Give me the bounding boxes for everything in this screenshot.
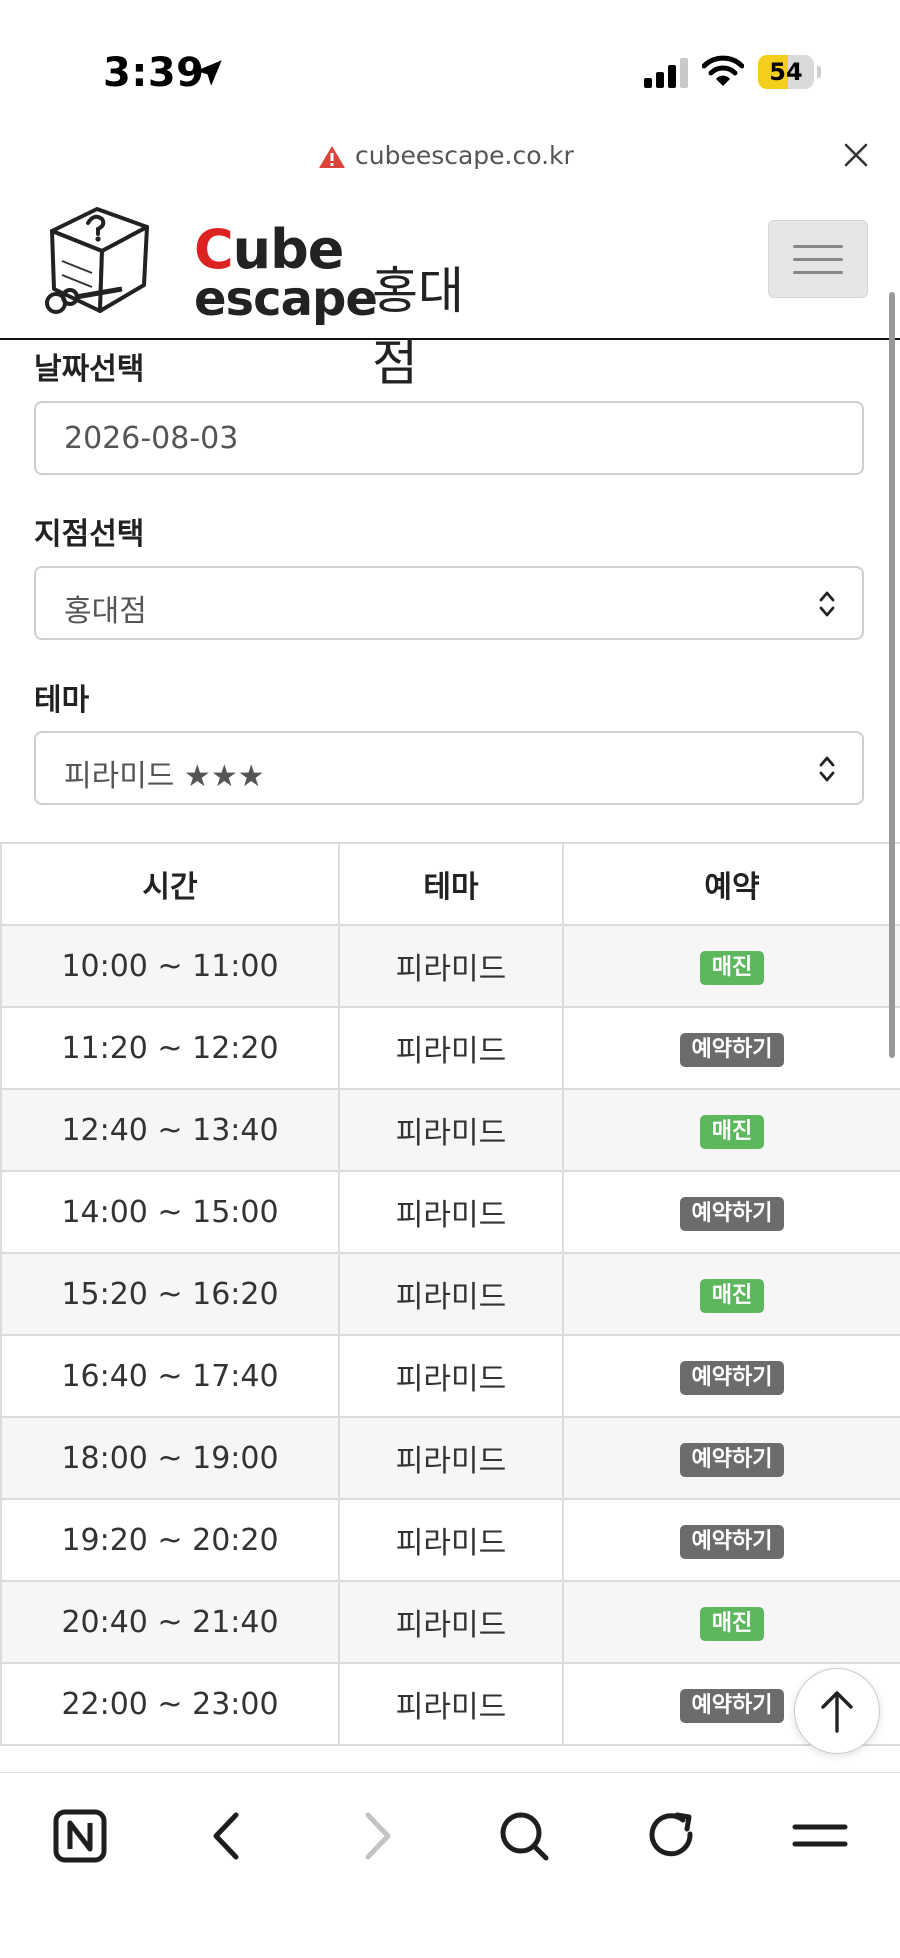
table-row: 11:20 ~ 12:20 피라미드 예약하기 [0, 1006, 900, 1090]
brand-line2: escape [194, 271, 378, 327]
table-row: 15:20 ~ 16:20 피라미드 매진 [0, 1252, 900, 1336]
table-row: 18:00 ~ 19:00 피라미드 예약하기 [0, 1416, 900, 1500]
reservation-cell: 예약하기 [562, 1334, 900, 1418]
url-bar[interactable]: cubeescape.co.kr [0, 130, 900, 182]
time-slot-cell: 19:20 ~ 20:20 [0, 1498, 340, 1582]
battery-icon: 54 [758, 55, 822, 89]
menu-icon[interactable] [785, 1801, 855, 1871]
table-row: 12:40 ~ 13:40 피라미드 매진 [0, 1088, 900, 1172]
reservation-cell: 예약하기 [562, 1498, 900, 1582]
wifi-icon [702, 55, 744, 86]
time-slot-cell: 12:40 ~ 13:40 [0, 1088, 340, 1172]
search-icon[interactable] [489, 1801, 559, 1871]
branch-label: 지점선택 [34, 517, 145, 552]
theme-cell: 피라미드 [338, 1170, 564, 1254]
branch-select-value: 홍대점 [64, 594, 147, 629]
reservation-cell: 매진 [562, 1252, 900, 1336]
select-chevron-icon [819, 591, 835, 617]
table-row: 22:00 ~ 23:00 피라미드 예약하기 [0, 1662, 900, 1746]
header-time: 시간 [0, 842, 340, 926]
theme-cell: 피라미드 [338, 1416, 564, 1500]
time-slot-cell: 14:00 ~ 15:00 [0, 1170, 340, 1254]
reservation-cell: 예약하기 [562, 1006, 900, 1090]
warning-triangle-icon [319, 146, 345, 168]
cube-logo-icon [45, 207, 149, 314]
date-input[interactable]: 2026-08-03 [34, 401, 864, 475]
reservation-cell: 매진 [562, 924, 900, 1008]
reserve-button[interactable]: 예약하기 [679, 1525, 785, 1559]
brand-wordmark: Cube escape [194, 223, 378, 327]
branch-name: 홍대점 [372, 262, 464, 392]
reservation-cell: 매진 [562, 1088, 900, 1172]
theme-select[interactable]: 피라미드 ★★★ [34, 731, 864, 805]
cellular-signal-icon [644, 58, 688, 88]
table-row: 20:40 ~ 21:40 피라미드 매진 [0, 1580, 900, 1664]
select-chevron-icon [819, 756, 835, 782]
branch-select[interactable]: 홍대점 [34, 566, 864, 640]
time-slot-cell: 18:00 ~ 19:00 [0, 1416, 340, 1500]
reserve-button[interactable]: 예약하기 [679, 1443, 785, 1477]
sold-out-badge: 매진 [699, 1115, 765, 1149]
header-reserve: 예약 [562, 842, 900, 926]
theme-cell: 피라미드 [338, 1334, 564, 1418]
arrow-up-icon [821, 1691, 853, 1733]
theme-cell: 피라미드 [338, 1252, 564, 1336]
date-value: 2026-08-03 [64, 421, 239, 456]
theme-label: 테마 [34, 683, 90, 718]
table-row: 16:40 ~ 17:40 피라미드 예약하기 [0, 1334, 900, 1418]
table-header-row: 시간 테마 예약 [0, 842, 900, 926]
reserve-button[interactable]: 예약하기 [679, 1689, 785, 1723]
time-slot-cell: 15:20 ~ 16:20 [0, 1252, 340, 1336]
location-arrow-icon [196, 60, 222, 86]
scroll-to-top-button[interactable] [794, 1668, 880, 1754]
forward-icon[interactable] [341, 1801, 411, 1871]
reserve-button[interactable]: 예약하기 [679, 1197, 785, 1231]
theme-cell: 피라미드 [338, 1662, 564, 1746]
theme-cell: 피라미드 [338, 1580, 564, 1664]
time-slot-cell: 22:00 ~ 23:00 [0, 1662, 340, 1746]
schedule-body: 10:00 ~ 11:00 피라미드 매진 11:20 ~ 12:20 피라미드 예약하기… [0, 924, 900, 1746]
time-slot-cell: 10:00 ~ 11:00 [0, 924, 340, 1008]
site-header: Cube escape 홍대점 [0, 183, 900, 392]
sold-out-badge: 매진 [699, 951, 765, 985]
time-slot-cell: 16:40 ~ 17:40 [0, 1334, 340, 1418]
back-icon[interactable] [193, 1801, 263, 1871]
reserve-button[interactable]: 예약하기 [679, 1033, 785, 1067]
table-row: 14:00 ~ 15:00 피라미드 예약하기 [0, 1170, 900, 1254]
status-time: 3:39 [103, 50, 205, 96]
naver-home-icon[interactable] [45, 1801, 115, 1871]
close-icon[interactable] [843, 142, 869, 168]
header-theme: 테마 [338, 842, 564, 926]
theme-cell: 피라미드 [338, 1006, 564, 1090]
site-logo[interactable]: Cube escape 홍대점 [42, 201, 472, 392]
browser-toolbar [0, 1772, 900, 1958]
reservation-cell: 예약하기 [562, 1416, 900, 1500]
reload-icon[interactable] [637, 1801, 707, 1871]
table-row: 10:00 ~ 11:00 피라미드 매진 [0, 924, 900, 1008]
theme-cell: 피라미드 [338, 1498, 564, 1582]
battery-percent: 54 [769, 58, 803, 86]
theme-cell: 피라미드 [338, 924, 564, 1008]
time-slot-cell: 11:20 ~ 12:20 [0, 1006, 340, 1090]
reservation-cell: 매진 [562, 1580, 900, 1664]
status-bar: 3:39 54 [0, 0, 900, 140]
theme-select-value: 피라미드 ★★★ [64, 759, 265, 794]
reserve-button[interactable]: 예약하기 [679, 1361, 785, 1395]
sold-out-badge: 매진 [699, 1279, 765, 1313]
date-label: 날짜선택 [34, 352, 145, 387]
sold-out-badge: 매진 [699, 1607, 765, 1641]
time-slot-cell: 20:40 ~ 21:40 [0, 1580, 340, 1664]
url-text[interactable]: cubeescape.co.kr [355, 141, 574, 170]
menu-toggle-button[interactable] [768, 220, 868, 298]
table-row: 19:20 ~ 20:20 피라미드 예약하기 [0, 1498, 900, 1582]
schedule-table: 시간 테마 예약 10:00 ~ 11:00 피라미드 매진 11:20 ~ 12:2… [0, 842, 900, 1746]
reservation-cell: 예약하기 [562, 1170, 900, 1254]
theme-cell: 피라미드 [338, 1088, 564, 1172]
page-scrollbar[interactable] [889, 292, 895, 1058]
